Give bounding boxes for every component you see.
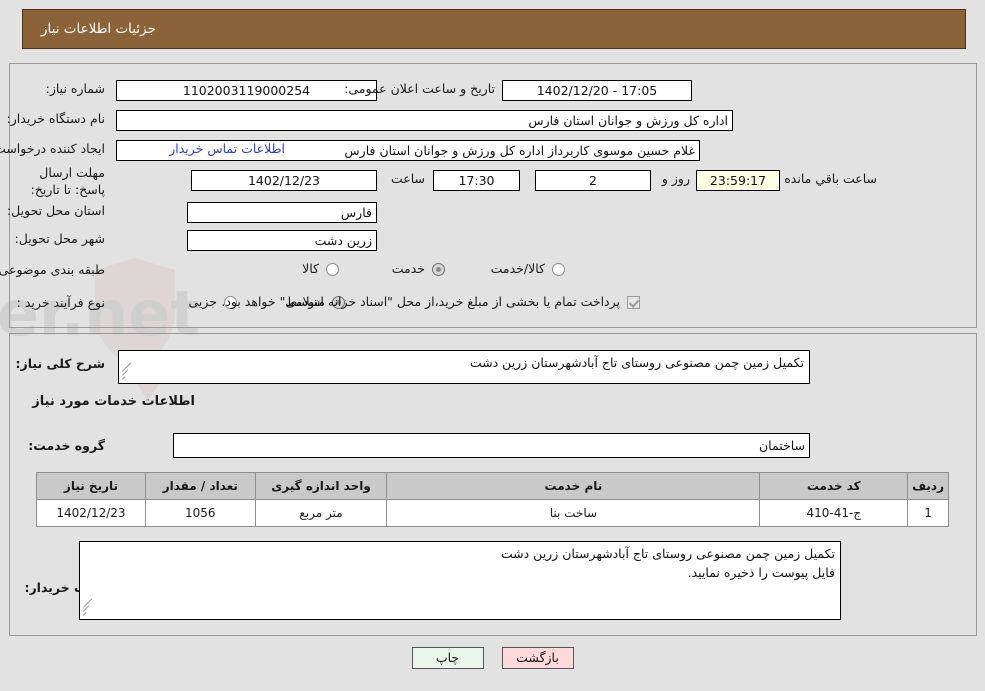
category-option-0[interactable]: کالا (302, 261, 339, 278)
treasury-note-row: پرداخت تمام یا بخشی از مبلغ خرید،از محل … (221, 294, 640, 311)
need-number-field[interactable]: 1102003119000254 (116, 80, 377, 101)
process-label-wrap: نوع فرآیند خرید : (17, 295, 105, 312)
th-unit: واحد اندازه گیری (254, 472, 388, 500)
notes-line-0: تکمیل زمین چمن مصنوعی روستای تاج آبادشهر… (500, 546, 835, 561)
countdown-label: ساعت باقي مانده (784, 171, 877, 186)
td-name: ساخت بنا (386, 499, 761, 527)
need-number-label: شماره نیاز: (45, 81, 105, 96)
countdown-wrap: 23:59:17 (696, 170, 780, 191)
city-field[interactable]: زرین دشت (187, 230, 377, 251)
th-date: تاریخ نیاز (36, 472, 146, 500)
buyer-org-label-wrap: نام دستگاه خریدار: (7, 111, 105, 128)
summary-label-wrap: شرح کلی نیاز: (16, 356, 105, 373)
creator-label-wrap: ایجاد کننده درخواست: (0, 141, 105, 158)
notes-line-1: فایل پیوست را ذخیره نمایید. (687, 564, 835, 580)
countdown-label-wrap: ساعت باقي مانده (784, 171, 877, 188)
buyer-contact-link[interactable]: اطلاعات تماس خریدار (169, 141, 285, 156)
page-title: جزئیات اطلاعات نیاز (41, 21, 156, 37)
announce-label-wrap: تاریخ و ساعت اعلان عمومی: (344, 81, 495, 98)
action-buttons: بازگشت چاپ (0, 647, 985, 669)
category-option-label-2: کالا/خدمت (490, 261, 545, 276)
category-radio-service[interactable] (432, 262, 445, 276)
summary-textarea[interactable]: تکمیل زمین چمن مصنوعی روستای تاج آبادشهر… (118, 350, 810, 384)
category-label-wrap: طبقه بندی موضوعی: (0, 262, 105, 279)
hour-label-wrap: ساعت (391, 171, 425, 188)
buyer-notes-textarea[interactable]: تکمیل زمین چمن مصنوعی روستای تاج آبادشهر… (79, 541, 841, 620)
announce-label: تاریخ و ساعت اعلان عمومی: (344, 81, 495, 96)
process-option-label-0: جزیی (188, 294, 217, 309)
category-option-1[interactable]: خدمت (392, 261, 445, 278)
print-button[interactable]: چاپ (411, 647, 484, 669)
service-group-field[interactable]: ساختمان (173, 433, 810, 458)
treasury-note-text: پرداخت تمام یا بخشی از مبلغ خرید،از محل … (221, 294, 620, 309)
th-code: کد خدمت (759, 472, 909, 500)
td-row: 1 (907, 499, 949, 527)
services-section-title: اطلاعات خدمات مورد نیاز (32, 394, 195, 409)
deadline-label-wrap: مهلت ارسال پاسخ: تا تاریخ: (9, 165, 105, 199)
page-header: جزئیات اطلاعات نیاز (22, 9, 966, 49)
service-group-field-wrap: ساختمان (173, 433, 810, 458)
th-quantity: تعداد / مقدار (144, 472, 256, 500)
deadline-hour-label: ساعت (390, 171, 425, 186)
days-label: روز و (661, 171, 690, 186)
category-label: طبقه بندی موضوعی: (0, 262, 105, 277)
treasury-checkbox[interactable] (627, 295, 640, 309)
resize-grip-icon[interactable] (83, 598, 93, 617)
need-number-row: شماره نیاز: (46, 81, 105, 98)
city-label: شهر محل تحویل: (14, 231, 105, 246)
summary-text: تکمیل زمین چمن مصنوعی روستای تاج آبادشهر… (469, 355, 804, 370)
countdown-timer-field: 23:59:17 (696, 170, 780, 191)
td-date: 1402/12/23 (36, 499, 146, 527)
td-quantity: 1056 (144, 499, 256, 527)
service-group-label: گروه خدمت: (28, 438, 105, 453)
process-label: نوع فرآیند خرید : (16, 295, 105, 310)
buyer-org-field[interactable]: اداره کل ورزش و جوانان استان فارس (116, 110, 733, 131)
summary-label: شرح کلی نیاز: (15, 356, 105, 371)
announce-datetime-field[interactable]: 17:05 - 1402/12/20 (502, 80, 692, 101)
deadline-date-wrap: 1402/12/23 (191, 170, 377, 191)
province-field[interactable]: فارس (187, 202, 377, 223)
days-label-wrap: روز و (662, 171, 690, 188)
days-remaining-wrap: 2 (535, 170, 651, 191)
service-group-label-wrap: گروه خدمت: (28, 438, 105, 455)
deadline-date-field[interactable]: 1402/12/23 (191, 170, 377, 191)
td-code: ج-41-410 (759, 499, 909, 527)
days-remaining-field[interactable]: 2 (535, 170, 651, 191)
deadline-time-field[interactable]: 17:30 (433, 170, 520, 191)
buyer-org-field-wrap: اداره کل ورزش و جوانان استان فارس (116, 110, 733, 131)
province-label: استان محل تحویل: (6, 203, 105, 218)
announce-field-wrap: 17:05 - 1402/12/20 (502, 80, 692, 101)
city-label-wrap: شهر محل تحویل: (15, 231, 105, 248)
category-option-label-0: کالا (302, 261, 319, 276)
city-field-wrap: زرین دشت (187, 230, 377, 251)
category-option-label-1: خدمت (391, 261, 425, 276)
need-info-panel (9, 63, 977, 328)
category-radio-goods-service[interactable] (552, 262, 565, 276)
contact-link-wrap: اطلاعات تماس خریدار (169, 141, 285, 156)
back-button[interactable]: بازگشت (501, 647, 574, 669)
category-option-2[interactable]: کالا/خدمت (491, 261, 565, 278)
province-label-wrap: استان محل تحویل: (7, 203, 105, 220)
deadline-time-wrap: 17:30 (433, 170, 520, 191)
page-root: AriaTender.net جزئیات اطلاعات نیاز شماره… (0, 0, 985, 691)
buyer-org-label: نام دستگاه خریدار: (6, 111, 105, 126)
th-row: ردیف (907, 472, 949, 500)
resize-grip-icon[interactable] (122, 362, 132, 381)
services-table: ردیف کد خدمت نام خدمت واحد اندازه گیری ت… (36, 472, 949, 527)
need-number-field-wrap: 1102003119000254 (116, 80, 377, 101)
table-row: 1 ج-41-410 ساخت بنا متر مربع 1056 1402/1… (36, 499, 949, 527)
deadline-label: مهلت ارسال پاسخ: تا تاریخ: (30, 165, 105, 197)
table-header-row: ردیف کد خدمت نام خدمت واحد اندازه گیری ت… (36, 472, 949, 500)
services-section-heading-wrap: اطلاعات خدمات مورد نیاز (32, 393, 195, 411)
creator-label: ایجاد کننده درخواست: (0, 141, 105, 156)
td-unit: متر مربع (254, 499, 388, 527)
category-radio-goods[interactable] (326, 262, 339, 276)
province-field-wrap: فارس (187, 202, 377, 223)
th-name: نام خدمت (386, 472, 761, 500)
